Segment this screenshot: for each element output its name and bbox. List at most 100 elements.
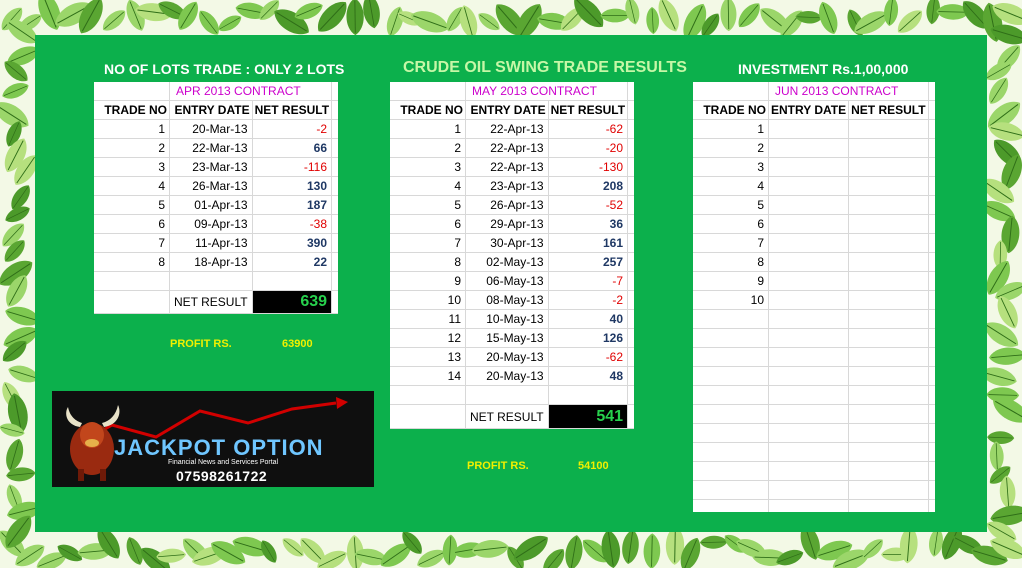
- trade-no-cell: 1: [390, 119, 466, 139]
- trade-no-cell: 10: [693, 290, 769, 310]
- apr-contract-sheet: APR 2013 CONTRACT TRADE NO ENTRY DATE NE…: [94, 82, 339, 314]
- col-header-net-result: NET RESULT: [252, 100, 333, 120]
- net-result-row: NET RESULT 639: [94, 290, 339, 314]
- trade-no-cell: 8: [390, 252, 466, 272]
- entry-date-cell: 10-May-13: [465, 309, 549, 329]
- net-result-cell: [848, 138, 929, 158]
- net-result-cell: [848, 328, 929, 348]
- leaf-icon: [884, 0, 899, 27]
- table-row: 8: [693, 252, 935, 272]
- leaf-icon: [411, 11, 449, 33]
- net-result-cell: 126: [548, 328, 629, 348]
- blank-row: [693, 499, 935, 512]
- blank-cell: [928, 423, 935, 443]
- blank-cell: [928, 461, 935, 481]
- column-header-row: TRADE NO ENTRY DATE NET RESULT: [94, 100, 339, 120]
- net-result-cell: [848, 499, 929, 512]
- blank-cell: [331, 176, 339, 196]
- table-row: 4: [693, 176, 935, 196]
- table-row: 7: [693, 233, 935, 253]
- blank-cell: [928, 100, 935, 120]
- table-row: 9 06-May-13 -7: [390, 271, 635, 291]
- jun-rows: 1 2 3 4 5 6 7 8 9 10: [693, 119, 935, 512]
- net-result-cell: 48: [548, 366, 629, 386]
- blank-cell: [928, 442, 935, 462]
- blank-cell: [331, 119, 339, 139]
- entry-date-cell: 26-Apr-13: [465, 195, 549, 215]
- blank-row: [693, 461, 935, 481]
- logo-phone: 07598261722: [176, 468, 268, 484]
- net-result-value: 639: [252, 290, 333, 314]
- trade-no-cell: 4: [94, 176, 170, 196]
- entry-date-cell: 20-May-13: [465, 347, 549, 367]
- entry-date-cell: 30-Apr-13: [465, 233, 549, 253]
- blank-cell: [693, 82, 769, 101]
- entry-date-cell: [768, 499, 850, 512]
- net-result-cell: [848, 442, 929, 462]
- blank-cell: [928, 271, 935, 291]
- trade-no-cell: 2: [94, 138, 170, 158]
- leaf-icon: [471, 540, 509, 558]
- net-result-cell: -7: [548, 271, 629, 291]
- leaf-icon: [103, 10, 126, 31]
- leaf-icon: [897, 10, 922, 33]
- may-contract-sheet: MAY 2013 CONTRACT TRADE NO ENTRY DATE NE…: [390, 82, 635, 429]
- table-row: 1 20-Mar-13 -2: [94, 119, 339, 139]
- blank-cell: [627, 214, 635, 234]
- blank-cell: [331, 233, 339, 253]
- blank-cell: [627, 290, 635, 310]
- table-row: 3 23-Mar-13 -116: [94, 157, 339, 177]
- blank-cell: [331, 214, 339, 234]
- entry-date-cell: 08-May-13: [465, 290, 549, 310]
- table-row: 5 26-Apr-13 -52: [390, 195, 635, 215]
- leaf-icon: [720, 0, 737, 32]
- trade-no-cell: [693, 404, 769, 424]
- col-header-entry-date: ENTRY DATE: [169, 100, 253, 120]
- trade-no-cell: [693, 366, 769, 386]
- table-row: 5 01-Apr-13 187: [94, 195, 339, 215]
- entry-date-cell: [768, 404, 850, 424]
- leaf-icon: [643, 533, 661, 568]
- entry-date-cell: 22-Apr-13: [465, 157, 549, 177]
- trade-no-cell: 4: [693, 176, 769, 196]
- blank-row: [693, 442, 935, 462]
- apr-contract-table: APR 2013 CONTRACT TRADE NO ENTRY DATE NE…: [94, 82, 339, 314]
- table-row: 6 29-Apr-13 36: [390, 214, 635, 234]
- trade-no-cell: 14: [390, 366, 466, 386]
- leaf-icon: [600, 8, 630, 23]
- blank-cell: [627, 176, 635, 196]
- net-result-cell: [848, 309, 929, 329]
- trade-no-cell: [693, 461, 769, 481]
- column-header-row: TRADE NO ENTRY DATE NET RESULT: [390, 100, 635, 120]
- blank-cell: [94, 290, 170, 314]
- leaf-icon: [218, 15, 242, 32]
- blank-cell: [627, 157, 635, 177]
- net-result-cell: 66: [252, 138, 333, 158]
- table-row: 1: [693, 119, 935, 139]
- blank-cell: [627, 119, 635, 139]
- blank-cell: [928, 233, 935, 253]
- table-row: 2 22-Mar-13 66: [94, 138, 339, 158]
- net-result-cell: 36: [548, 214, 629, 234]
- net-result-cell: [848, 195, 929, 215]
- entry-date-cell: 22-Apr-13: [465, 138, 549, 158]
- contract-title: JUN 2013 CONTRACT: [768, 82, 929, 101]
- trade-no-cell: [693, 499, 769, 512]
- col-header-entry-date: ENTRY DATE: [768, 100, 850, 120]
- trade-no-cell: 10: [390, 290, 466, 310]
- entry-date-cell: [768, 328, 850, 348]
- trade-no-cell: 12: [390, 328, 466, 348]
- entry-date-cell: 22-Apr-13: [465, 119, 549, 139]
- net-result-cell: [848, 404, 929, 424]
- blank-cell: [94, 82, 170, 101]
- blank-cell: [928, 309, 935, 329]
- table-row: 4 23-Apr-13 208: [390, 176, 635, 196]
- net-result-cell: -2: [252, 119, 333, 139]
- col-header-trade-no: TRADE NO: [94, 100, 170, 120]
- logo-title: JACKPOT OPTION: [114, 435, 324, 460]
- entry-date-cell: 23-Apr-13: [465, 176, 549, 196]
- blank-cell: [928, 499, 935, 512]
- entry-date-cell: 20-May-13: [465, 366, 549, 386]
- trade-no-cell: 6: [390, 214, 466, 234]
- blank-cell: [928, 195, 935, 215]
